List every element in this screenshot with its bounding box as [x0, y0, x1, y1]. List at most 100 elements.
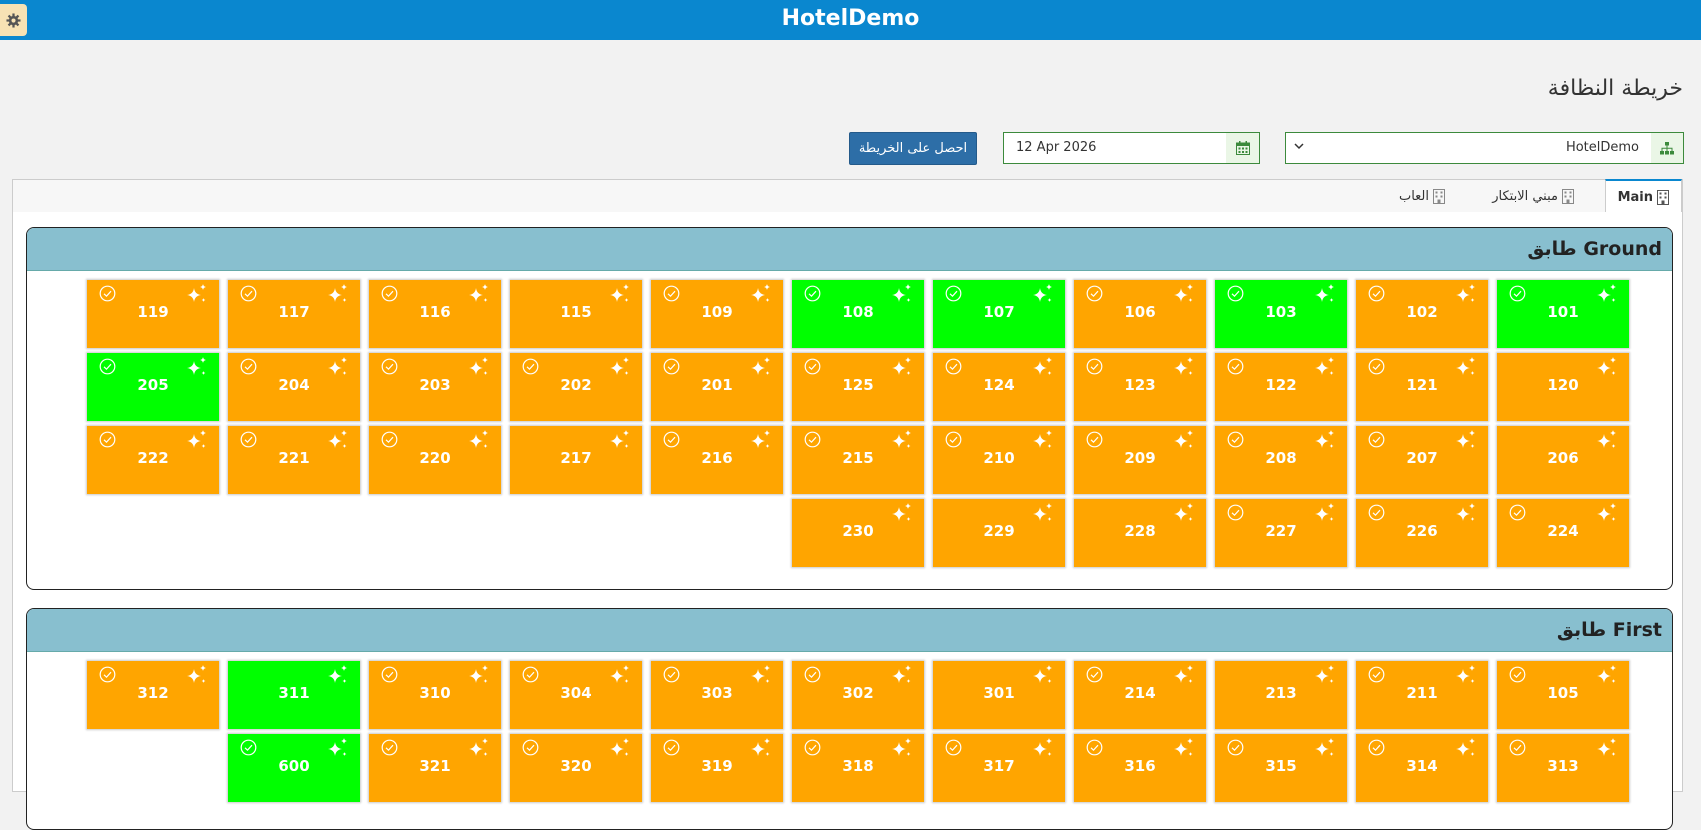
check-circle-icon [804, 285, 821, 302]
room-tile[interactable]: 221 [228, 426, 360, 494]
room-tile[interactable]: 205 [87, 353, 219, 421]
room-tile[interactable]: 203 [369, 353, 501, 421]
room-tile[interactable]: 214 [1074, 661, 1206, 729]
room-tile[interactable]: 311 [228, 661, 360, 729]
room-tile[interactable]: 201 [651, 353, 783, 421]
sparkle-icon [1597, 430, 1616, 448]
room-tile[interactable]: 215 [792, 426, 924, 494]
check-circle-icon [1227, 358, 1244, 375]
check-circle-icon [1086, 739, 1103, 756]
sparkle-icon [469, 430, 488, 448]
room-tile[interactable]: 106 [1074, 280, 1206, 348]
room-tile[interactable]: 312 [87, 661, 219, 729]
sparkle-icon [1315, 284, 1334, 302]
room-tile[interactable]: 303 [651, 661, 783, 729]
sparkle-icon [1174, 738, 1193, 756]
check-circle-icon [240, 431, 257, 448]
room-tile[interactable]: 211 [1356, 661, 1488, 729]
room-tile[interactable]: 123 [1074, 353, 1206, 421]
sparkle-icon [328, 357, 347, 375]
tab-games[interactable]: العاب [1399, 179, 1445, 213]
room-tile[interactable]: 226 [1356, 499, 1488, 567]
room-tile[interactable]: 301 [933, 661, 1065, 729]
room-tile[interactable]: 224 [1497, 499, 1629, 567]
room-tile[interactable]: 204 [228, 353, 360, 421]
sparkle-icon [1033, 357, 1052, 375]
check-circle-icon [1086, 358, 1103, 375]
check-circle-icon [99, 431, 116, 448]
sparkle-icon [1456, 284, 1475, 302]
room-tile[interactable]: 209 [1074, 426, 1206, 494]
sparkle-icon [187, 665, 206, 683]
room-tile[interactable]: 121 [1356, 353, 1488, 421]
floor-header: طابق Ground [27, 228, 1672, 271]
check-circle-icon [1368, 358, 1385, 375]
settings-button[interactable] [0, 4, 27, 36]
room-tile[interactable]: 115 [510, 280, 642, 348]
room-tile[interactable]: 122 [1215, 353, 1347, 421]
room-tile[interactable]: 208 [1215, 426, 1347, 494]
room-tile[interactable]: 117 [228, 280, 360, 348]
room-tile[interactable]: 217 [510, 426, 642, 494]
check-circle-icon [240, 285, 257, 302]
room-tile[interactable]: 125 [792, 353, 924, 421]
sparkle-icon [892, 503, 911, 521]
room-tile[interactable]: 102 [1356, 280, 1488, 348]
sparkle-icon [1597, 357, 1616, 375]
sparkle-icon [1315, 738, 1334, 756]
date-input[interactable]: 12 Apr 2026 [1003, 132, 1226, 164]
calendar-button[interactable] [1225, 132, 1260, 164]
room-tile[interactable]: 105 [1497, 661, 1629, 729]
sparkle-icon [1597, 738, 1616, 756]
hotel-tree-button[interactable] [1649, 132, 1684, 164]
check-circle-icon [1086, 431, 1103, 448]
check-circle-icon [1368, 431, 1385, 448]
room-tile[interactable]: 116 [369, 280, 501, 348]
check-circle-icon [1086, 285, 1103, 302]
room-tile[interactable]: 228 [1074, 499, 1206, 567]
room-tile[interactable]: 216 [651, 426, 783, 494]
room-tile[interactable]: 107 [933, 280, 1065, 348]
get-map-button[interactable]: احصل على الخريطة [849, 132, 977, 165]
app-title: HotelDemo [781, 6, 920, 31]
room-tile[interactable]: 109 [651, 280, 783, 348]
check-circle-icon [381, 666, 398, 683]
room-tile[interactable]: 120 [1497, 353, 1629, 421]
room-tile[interactable]: 227 [1215, 499, 1347, 567]
sparkle-icon [1456, 738, 1475, 756]
check-circle-icon [99, 358, 116, 375]
sparkle-icon [1033, 503, 1052, 521]
tab-innovation-building[interactable]: مبني الابتكار [1492, 179, 1574, 213]
check-circle-icon [522, 739, 539, 756]
sparkle-icon [1456, 503, 1475, 521]
room-tile[interactable]: 230 [792, 499, 924, 567]
building-icon [1562, 188, 1574, 204]
check-circle-icon [99, 285, 116, 302]
room-tile[interactable]: 220 [369, 426, 501, 494]
room-tile[interactable]: 213 [1215, 661, 1347, 729]
room-tile[interactable]: 302 [792, 661, 924, 729]
room-tile[interactable]: 304 [510, 661, 642, 729]
room-tile[interactable]: 310 [369, 661, 501, 729]
room-tile[interactable]: 210 [933, 426, 1065, 494]
room-tile[interactable]: 101 [1497, 280, 1629, 348]
room-tile[interactable]: 202 [510, 353, 642, 421]
building-icon [1657, 190, 1669, 205]
room-tile[interactable]: 119 [87, 280, 219, 348]
sparkle-icon [892, 665, 911, 683]
room-tile[interactable]: 103 [1215, 280, 1347, 348]
room-tile[interactable]: 222 [87, 426, 219, 494]
check-circle-icon [381, 358, 398, 375]
tab-main[interactable]: Main [1604, 179, 1682, 214]
sparkle-icon [328, 284, 347, 302]
top-bar: HotelDemo [0, 0, 1701, 40]
check-circle-icon [945, 285, 962, 302]
room-tile[interactable]: 206 [1497, 426, 1629, 494]
check-circle-icon [804, 739, 821, 756]
sparkle-icon [1456, 430, 1475, 448]
room-tile[interactable]: 124 [933, 353, 1065, 421]
room-tile[interactable]: 207 [1356, 426, 1488, 494]
hotel-select[interactable]: HotelDemo [1285, 132, 1651, 164]
room-tile[interactable]: 108 [792, 280, 924, 348]
room-tile[interactable]: 229 [933, 499, 1065, 567]
